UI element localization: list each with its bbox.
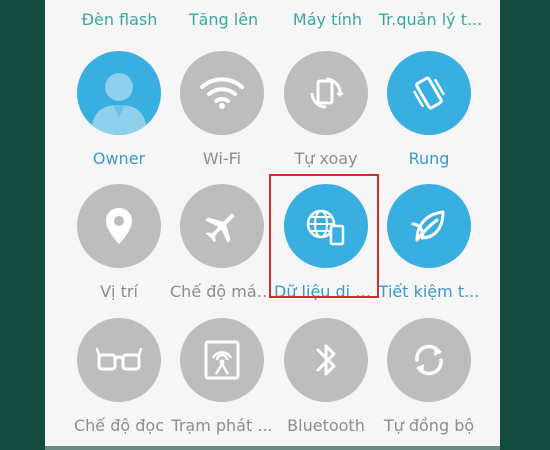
tile-hotspot[interactable]: Trạm phát ...	[170, 318, 274, 448]
tile-auto-rotate[interactable]: Tự xoay	[274, 51, 378, 181]
tile-power-saving[interactable]: Tiết kiệm t...	[377, 184, 481, 314]
bluetooth-icon	[284, 318, 368, 402]
tile-label: Trạm phát ...	[171, 416, 273, 435]
tile-airplane-mode[interactable]: Chế độ máy ...	[170, 184, 274, 314]
tile-label: Wi-Fi	[202, 149, 242, 168]
tile-vibrate[interactable]: Rung	[377, 51, 481, 181]
vibrate-icon	[387, 51, 471, 135]
calculator-label[interactable]: Máy tính	[275, 10, 380, 29]
tile-label: Dữ liệu di độ...	[274, 282, 378, 301]
tile-label: Chế độ đọc	[73, 416, 164, 435]
tile-auto-sync[interactable]: Tự đồng bộ	[377, 318, 481, 448]
task-manager-label[interactable]: Tr.quản lý t...	[378, 10, 483, 29]
airplane-icon	[180, 184, 264, 268]
user-avatar-icon	[77, 51, 161, 135]
glasses-icon	[77, 318, 161, 402]
flashlight-label[interactable]: Đèn flash	[67, 10, 172, 29]
auto-rotate-icon	[284, 51, 368, 135]
tile-label: Tiết kiệm t...	[378, 282, 480, 301]
tile-label: Chế độ máy ...	[170, 282, 274, 301]
tile-bluetooth[interactable]: Bluetooth	[274, 318, 378, 448]
mobile-data-icon	[284, 184, 368, 268]
hotspot-icon	[180, 318, 264, 402]
tile-label: Rung	[408, 149, 450, 168]
tile-wifi[interactable]: Wi-Fi	[170, 51, 274, 181]
tile-reading-mode[interactable]: Chế độ đọc	[67, 318, 171, 448]
tile-owner[interactable]: Owner	[67, 51, 171, 181]
tile-label: Vị trí	[100, 282, 138, 301]
tile-label: Tự đồng bộ	[383, 416, 475, 435]
wifi-icon	[180, 51, 264, 135]
sync-icon	[387, 318, 471, 402]
tile-mobile-data[interactable]: Dữ liệu di độ...	[274, 184, 378, 314]
tile-location[interactable]: Vị trí	[67, 184, 171, 314]
tile-label: Tự xoay	[294, 149, 358, 168]
tile-label: Owner	[92, 149, 146, 168]
boost-label[interactable]: Tăng lên	[171, 10, 276, 29]
tile-label: Bluetooth	[287, 416, 365, 435]
location-pin-icon	[77, 184, 161, 268]
leaf-icon	[387, 184, 471, 268]
